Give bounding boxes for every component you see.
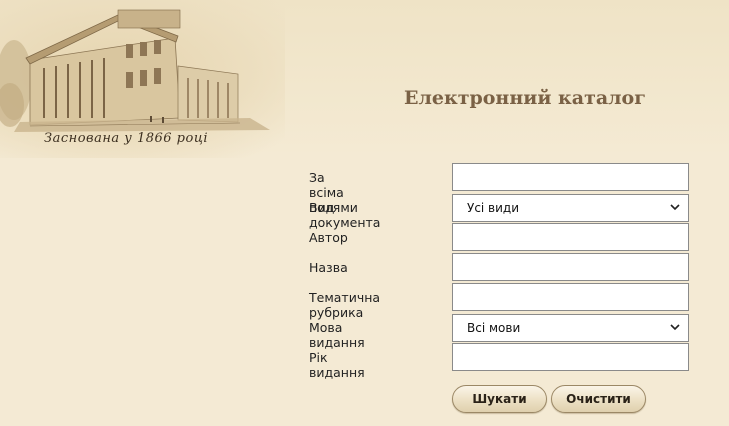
subject-heading-input[interactable] [452,283,689,311]
publication-year-label: Рік видання [309,350,365,380]
header: Заснована у 1866 році Електронний катало… [0,0,729,158]
document-type-value: Усі види [467,201,520,215]
all-fields-input[interactable] [452,163,689,191]
clear-button[interactable]: Очистити [551,385,646,413]
author-input[interactable] [452,223,689,251]
founded-caption: Заснована у 1866 році [44,131,209,146]
language-select[interactable]: Всі мови [452,314,689,342]
title-label: Назва [309,260,348,275]
language-label: Мова видання [309,320,365,350]
subject-heading-label: Тематична рубрика [309,290,381,320]
chevron-down-icon [670,324,680,331]
title-input[interactable] [452,253,689,281]
document-type-label: Вид документа [309,200,381,230]
publication-year-input[interactable] [452,343,689,371]
search-button[interactable]: Шукати [452,385,547,413]
document-type-select[interactable]: Усі види [452,194,689,222]
library-banner: Заснована у 1866 році [0,0,285,158]
chevron-down-icon [670,204,680,211]
page-title: Електронний каталог [404,87,646,109]
author-label: Автор [309,230,348,245]
language-value: Всі мови [467,321,521,335]
